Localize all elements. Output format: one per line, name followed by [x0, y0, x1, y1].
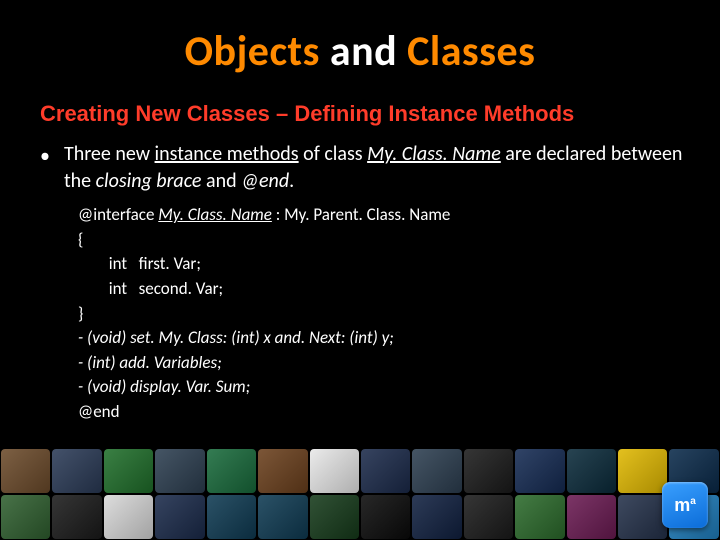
app-dock: [0, 448, 720, 540]
dock-tile: [310, 449, 359, 493]
code-block: @interface My. Class. Name : My. Parent.…: [78, 203, 720, 425]
dock-tile: [258, 495, 307, 539]
badge-text: ma: [674, 495, 696, 516]
dock-tile: [207, 495, 256, 539]
dock-tile: [412, 495, 461, 539]
dock-tile: [104, 449, 153, 493]
dock-tile: [567, 495, 616, 539]
bullet-text: Three new instance methods of class My. …: [64, 141, 690, 195]
bullet-item: • Three new instance methods of class My…: [40, 141, 690, 195]
slide-title: Objects and Classes: [0, 0, 720, 77]
dock-tile: [361, 449, 410, 493]
title-word-3: Classes: [407, 26, 535, 77]
code-line: - (void) set. My. Class: (int) x and. Ne…: [78, 326, 720, 351]
code-line: @interface My. Class. Name : My. Parent.…: [78, 203, 720, 228]
dock-tile: [207, 449, 256, 493]
dock-tile: [618, 449, 667, 493]
code-line: int second. Var;: [78, 277, 720, 302]
dock-tile: [258, 449, 307, 493]
dock-tile: [104, 495, 153, 539]
code-line: int first. Var;: [78, 252, 720, 277]
dock-tile: [515, 449, 564, 493]
dock-tile: [1, 449, 50, 493]
dock-tile: [464, 495, 513, 539]
dock-tile: [618, 495, 667, 539]
code-line: - (int) add. Variables;: [78, 351, 720, 376]
dock-tile: [464, 449, 513, 493]
code-line: }: [78, 302, 720, 327]
slide-subtitle: Creating New Classes – Defining Instance…: [40, 101, 720, 127]
dock-tile: [361, 495, 410, 539]
dock-row-1: [0, 448, 720, 494]
dock-tile: [310, 495, 359, 539]
dock-tile: [515, 495, 564, 539]
corner-badge: ma: [662, 482, 708, 528]
code-line: - (void) display. Var. Sum;: [78, 375, 720, 400]
dock-tile: [52, 449, 101, 493]
title-word-2: and: [320, 26, 407, 77]
title-word-1: Objects: [185, 26, 320, 77]
code-line: @end: [78, 400, 720, 425]
dock-tile: [155, 449, 204, 493]
bullet-marker: •: [40, 143, 50, 170]
dock-tile: [412, 449, 461, 493]
dock-tile: [155, 495, 204, 539]
dock-tile: [52, 495, 101, 539]
slide: Objects and Classes Creating New Classes…: [0, 0, 720, 540]
dock-row-2: [0, 494, 720, 540]
code-line: {: [78, 228, 720, 253]
dock-tile: [567, 449, 616, 493]
dock-tile: [1, 495, 50, 539]
